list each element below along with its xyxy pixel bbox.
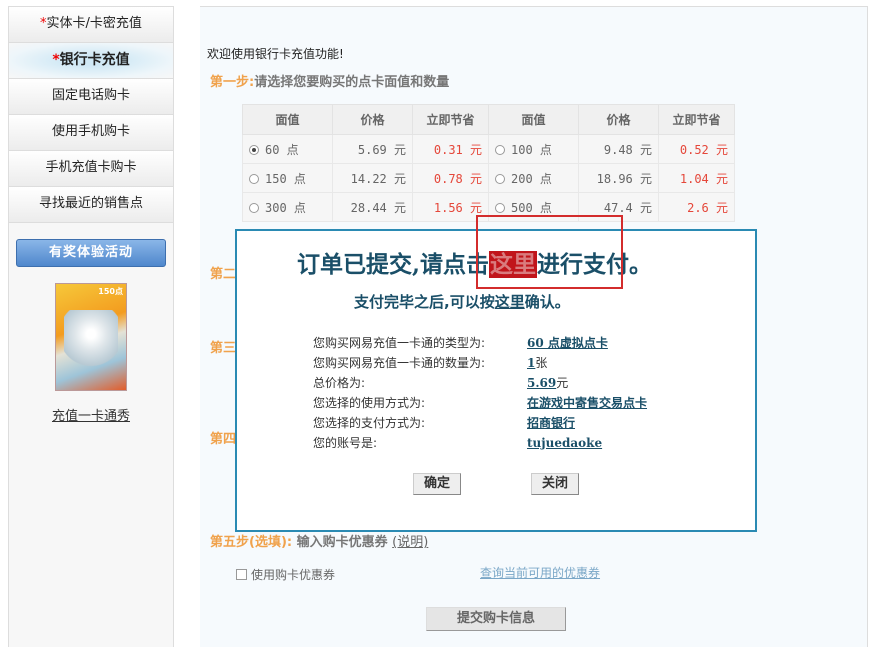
dialog-title-text: 订单已提交,请点击 [297, 251, 490, 278]
info-key: 您选择的支付方式为: [313, 416, 426, 430]
coupon-checkbox-row[interactable]: 使用购卡优惠券 [236, 566, 335, 583]
face-cell[interactable]: 150 点 [242, 163, 333, 193]
radio-button[interactable] [249, 173, 259, 184]
sidebar-item-card-recharge[interactable]: *实体卡/卡密充值 [9, 7, 173, 43]
coupon-checkbox[interactable] [236, 569, 247, 580]
face-cell[interactable]: 100 点 [488, 134, 579, 164]
dialog-subtitle: 支付完毕之后,可以按这里确认。 [354, 291, 570, 312]
save-cell: 0.31 元 [412, 134, 489, 164]
sidebar: *实体卡/卡密充值 *银行卡充值 固定电话购卡 使用手机购卡 手机充值卡购卡 寻… [8, 6, 174, 647]
promo-link[interactable]: 充值一卡通秀 [9, 405, 173, 424]
submit-button[interactable]: 提交购卡信息 [426, 607, 566, 631]
price-cell: 9.48 元 [578, 134, 659, 164]
step4-label: 第四 [210, 432, 237, 447]
table-header: 立即节省 [412, 104, 489, 135]
step2-label: 第二 [210, 267, 237, 282]
order-info: 您购买网易充值一卡通的类型为: 60 点虚拟点卡 您购买网易充值一卡通的数量为: 1… [313, 333, 647, 453]
price-cell: 18.96 元 [578, 163, 659, 193]
sidebar-item-label: 寻找最近的销售点 [38, 196, 143, 211]
info-row: 您选择的使用方式为: 在游戏中寄售交易点卡 [313, 393, 647, 413]
face-cell[interactable]: 300 点 [242, 192, 333, 222]
info-row: 您的账号是: tujuedaoke [313, 433, 647, 453]
table-row: 150 点 14.22 元 0.78 元 200 点 18.96 元 1.04 … [242, 163, 735, 193]
radio-button[interactable] [249, 202, 259, 213]
face-cell[interactable]: 200 点 [488, 163, 579, 193]
step5-heading: 第五步(选填): 输入购卡优惠券 (说明) [210, 531, 428, 550]
step5-text: 输入购卡优惠券 [296, 535, 388, 550]
info-value: 1张 [527, 356, 548, 370]
info-row: 您选择的支付方式为: 招商银行 [313, 413, 647, 433]
sidebar-item-bank-recharge[interactable]: *银行卡充值 [9, 43, 173, 79]
required-star: * [52, 52, 60, 68]
step1-text: 请选择您要购买的点卡面值和数量 [254, 75, 450, 90]
sidebar-item-mobile[interactable]: 使用手机购卡 [9, 115, 173, 151]
query-coupon-link[interactable]: 查询当前可用的优惠券 [480, 564, 600, 581]
sidebar-item-find-store[interactable]: 寻找最近的销售点 [9, 187, 173, 223]
info-value: 招商银行 [527, 416, 576, 430]
save-cell: 0.78 元 [412, 163, 489, 193]
radio-button[interactable] [249, 144, 259, 155]
table-header: 面值 [242, 104, 333, 135]
info-key: 您购买网易充值一卡通的类型为: [313, 336, 486, 350]
info-value: 5.69元 [527, 376, 569, 390]
save-cell: 2.6 元 [658, 192, 735, 222]
sidebar-item-label: 使用手机购卡 [51, 124, 130, 139]
table-row: 60 点 5.69 元 0.31 元 100 点 9.48 元 0.52 元 [242, 134, 735, 164]
step1-heading: 第一步:请选择您要购买的点卡面值和数量 [210, 71, 449, 90]
step5-label: 第五步(选填): [210, 535, 293, 550]
table-header: 立即节省 [658, 104, 735, 135]
info-row: 您购买网易充值一卡通的类型为: 60 点虚拟点卡 [313, 333, 647, 353]
close-button[interactable]: 关闭 [531, 473, 579, 495]
price-table: 面值 价格 立即节省 面值 价格 立即节省 60 点 5.69 元 0.31 元… [242, 104, 735, 222]
sidebar-item-mobile-card[interactable]: 手机充值卡购卡 [9, 151, 173, 187]
table-header: 价格 [332, 104, 413, 135]
face-cell[interactable]: 60 点 [242, 134, 333, 164]
table-header: 面值 [488, 104, 579, 135]
face-value: 500 点 [511, 200, 552, 215]
promo-card-art [64, 310, 118, 370]
confirm-here-link[interactable]: 这里 [495, 293, 525, 311]
price-cell: 5.69 元 [332, 134, 413, 164]
info-row: 总价格为: 5.69元 [313, 373, 647, 393]
sidebar-item-label: 手机充值卡购卡 [45, 160, 137, 175]
dialog-subtitle-text: 确认。 [524, 293, 570, 311]
info-key: 总价格为: [313, 376, 366, 390]
face-value: 60 点 [265, 142, 299, 157]
ok-button[interactable]: 确定 [413, 473, 461, 495]
radio-button[interactable] [495, 202, 505, 213]
face-value: 150 点 [265, 171, 306, 186]
sidebar-item-label: 银行卡充值 [59, 52, 130, 68]
table-header: 价格 [578, 104, 659, 135]
price-cell: 14.22 元 [332, 163, 413, 193]
save-cell: 1.04 元 [658, 163, 735, 193]
step3-label: 第三 [210, 341, 237, 356]
info-value: 60 点虚拟点卡 [527, 336, 608, 350]
welcome-text: 欢迎使用银行卡充值功能! [207, 47, 344, 61]
radio-button[interactable] [495, 173, 505, 184]
table-header-row: 面值 价格 立即节省 面值 价格 立即节省 [242, 104, 735, 135]
info-key: 您选择的使用方式为: [313, 396, 426, 410]
sidebar-item-label: 固定电话购卡 [51, 88, 130, 103]
info-key: 您购买网易充值一卡通的数量为: [313, 356, 486, 370]
promo-card-label: 150点 [98, 287, 123, 296]
face-value: 200 点 [511, 171, 552, 186]
save-cell: 0.52 元 [658, 134, 735, 164]
dialog-subtitle-text: 支付完毕之后,可以按 [354, 293, 495, 311]
promo-card-image[interactable]: 150点 [55, 283, 127, 391]
promo-activity-button[interactable]: 有奖体验活动 [16, 239, 166, 267]
sidebar-item-landline[interactable]: 固定电话购卡 [9, 79, 173, 115]
sidebar-item-label: 实体卡/卡密充值 [46, 16, 142, 31]
highlight-annotation-box [476, 215, 623, 289]
info-key: 您的账号是: [313, 436, 378, 450]
step1-label: 第一步: [210, 75, 255, 90]
info-value: tujuedaoke [527, 436, 603, 450]
price-cell: 28.44 元 [332, 192, 413, 222]
step5-explain-link[interactable]: (说明) [392, 535, 428, 550]
coupon-checkbox-label: 使用购卡优惠券 [251, 568, 336, 582]
info-value: 在游戏中寄售交易点卡 [527, 396, 648, 410]
info-row: 您购买网易充值一卡通的数量为: 1张 [313, 353, 647, 373]
radio-button[interactable] [495, 144, 505, 155]
face-value: 100 点 [511, 142, 552, 157]
face-value: 300 点 [265, 200, 306, 215]
